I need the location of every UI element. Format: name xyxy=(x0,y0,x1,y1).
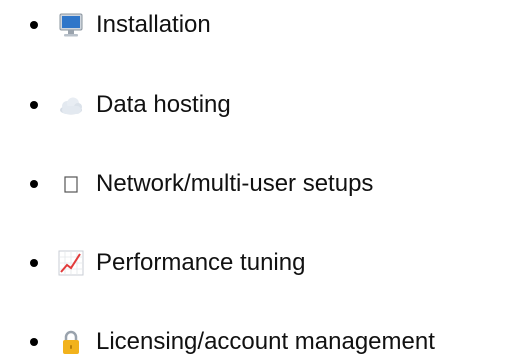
chart-increasing-icon xyxy=(57,249,85,277)
list-item: Performance tuning xyxy=(0,243,518,283)
bullet-dot xyxy=(30,338,38,346)
list-item-label: Installation xyxy=(96,11,211,38)
cloud-icon xyxy=(57,91,85,119)
bullet-dot xyxy=(30,21,38,29)
list-item-label: Network/multi-user setups xyxy=(96,170,374,197)
list-item-label: Performance tuning xyxy=(96,249,306,276)
bullet-dot xyxy=(30,101,38,109)
list-item: Licensing/account management xyxy=(0,322,518,362)
missing-glyph-box-icon xyxy=(57,170,85,198)
lock-icon xyxy=(57,328,85,356)
list-item-label: Data hosting xyxy=(96,91,231,118)
list-item: Installation xyxy=(0,5,518,45)
list-item: Network/multi-user setups xyxy=(0,164,518,204)
list-item: Data hosting xyxy=(0,85,518,125)
desktop-computer-icon xyxy=(57,11,85,39)
bullet-dot xyxy=(30,259,38,267)
bullet-dot xyxy=(30,180,38,188)
list-item-label: Licensing/account management xyxy=(96,328,435,355)
feature-bullet-list: Installation Data hosting Network/multi-… xyxy=(0,0,518,356)
